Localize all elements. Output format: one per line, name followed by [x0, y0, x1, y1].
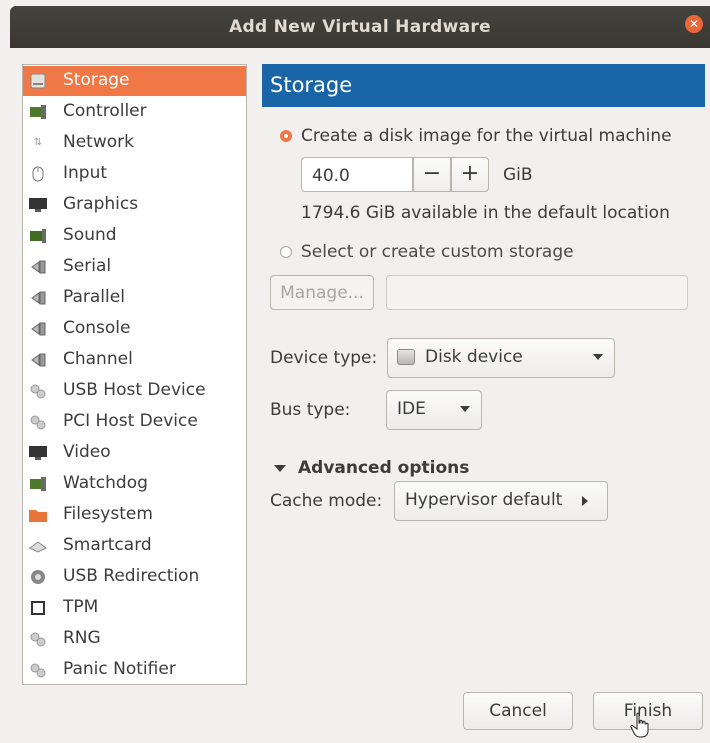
size-unit-label: GiB — [503, 165, 533, 185]
watchdog-icon — [29, 475, 47, 493]
sidebar-item-panic-notifier[interactable]: Panic Notifier — [23, 655, 246, 685]
sidebar-item-video[interactable]: Video — [23, 438, 246, 468]
bus-type-value: IDE — [397, 399, 426, 419]
sidebar-item-label: Parallel — [63, 287, 125, 307]
channel-port-icon — [29, 351, 47, 369]
sidebar-item-console[interactable]: Console — [23, 314, 246, 344]
advanced-options-expander-icon[interactable] — [274, 465, 286, 472]
close-icon: ✕ — [688, 17, 700, 31]
custom-storage-label[interactable]: Select or create custom storage — [301, 242, 574, 262]
create-disk-radio[interactable] — [280, 130, 292, 142]
sidebar-item-label: Filesystem — [63, 504, 153, 524]
serial-port-icon — [29, 258, 47, 276]
disk-icon — [397, 349, 415, 365]
sidebar-item-watchdog[interactable]: Watchdog — [23, 469, 246, 499]
panic-notifier-icon — [29, 661, 47, 679]
bus-type-label: Bus type: — [270, 400, 351, 420]
sidebar-item-parallel[interactable]: Parallel — [23, 283, 246, 313]
sidebar-item-label: Serial — [63, 256, 112, 276]
hardware-type-list: Storage Controller ⇅ Network Input Graph… — [22, 64, 247, 685]
sidebar-item-label: Video — [63, 442, 111, 462]
sidebar-item-smartcard[interactable]: Smartcard — [23, 531, 246, 561]
chevron-down-icon — [460, 406, 470, 412]
sidebar-item-controller[interactable]: Controller — [23, 97, 246, 127]
sidebar-item-filesystem[interactable]: Filesystem — [23, 500, 246, 530]
sidebar-item-label: TPM — [63, 597, 99, 617]
mouse-icon — [29, 165, 47, 183]
increase-size-button[interactable]: + — [451, 157, 489, 192]
mouse-pointer-icon — [630, 712, 649, 738]
sidebar-item-label: Console — [63, 318, 131, 338]
sidebar-item-label: Panic Notifier — [63, 659, 176, 679]
sidebar-item-input[interactable]: Input — [23, 159, 246, 189]
sidebar-item-rng[interactable]: RNG — [23, 624, 246, 654]
pci-host-icon — [29, 413, 47, 431]
sidebar-item-label: USB Host Device — [63, 380, 206, 400]
cancel-button[interactable]: Cancel — [463, 692, 573, 730]
console-port-icon — [29, 320, 47, 338]
manage-button[interactable]: Manage... — [270, 275, 374, 310]
video-icon — [29, 444, 47, 462]
title-bar: Add New Virtual Hardware — [10, 6, 710, 48]
sidebar-item-storage[interactable]: Storage — [23, 66, 246, 96]
sound-card-icon — [29, 227, 47, 245]
create-disk-label[interactable]: Create a disk image for the virtual mach… — [301, 126, 672, 146]
chevron-right-icon — [582, 496, 588, 506]
sidebar-item-sound[interactable]: Sound — [23, 221, 246, 251]
sidebar-item-network[interactable]: ⇅ Network — [23, 128, 246, 158]
sidebar-item-label: Sound — [63, 225, 117, 245]
folder-icon — [29, 506, 47, 524]
sidebar-item-label: Channel — [63, 349, 133, 369]
device-type-label: Device type: — [270, 348, 378, 368]
cache-mode-label: Cache mode: — [270, 491, 383, 511]
sidebar-item-serial[interactable]: Serial — [23, 252, 246, 282]
page-title: Storage — [270, 73, 353, 97]
sidebar-item-label: PCI Host Device — [63, 411, 198, 431]
device-type-value: Disk device — [425, 347, 523, 367]
sidebar-item-usb-redirection[interactable]: USB Redirection — [23, 562, 246, 592]
custom-storage-radio[interactable] — [280, 246, 292, 258]
cache-mode-select[interactable]: Hypervisor default — [394, 481, 608, 521]
smartcard-icon — [29, 537, 47, 555]
close-button[interactable]: ✕ — [685, 15, 703, 33]
advanced-options-toggle[interactable]: Advanced options — [298, 458, 469, 478]
custom-storage-path-input[interactable] — [386, 275, 688, 310]
monitor-icon — [29, 196, 47, 214]
sidebar-item-label: USB Redirection — [63, 566, 200, 586]
page-title-bar: Storage — [262, 64, 705, 107]
sidebar-item-label: Input — [63, 163, 108, 183]
sidebar-item-label: Smartcard — [63, 535, 152, 555]
window-title: Add New Virtual Hardware — [229, 17, 491, 37]
parallel-port-icon — [29, 289, 47, 307]
disk-size-input[interactable]: 40.0 — [301, 157, 413, 192]
available-space-text: 1794.6 GiB available in the default loca… — [301, 203, 670, 223]
controller-icon — [29, 103, 47, 121]
sidebar-item-tpm[interactable]: TPM — [23, 593, 246, 623]
sidebar-item-pci-host-device[interactable]: PCI Host Device — [23, 407, 246, 437]
sidebar-item-label: Watchdog — [63, 473, 148, 493]
rng-icon — [29, 630, 47, 648]
storage-icon — [29, 72, 47, 90]
tpm-chip-icon — [29, 599, 47, 617]
usb-host-icon — [29, 382, 47, 400]
sidebar-item-usb-host-device[interactable]: USB Host Device — [23, 376, 246, 406]
cache-mode-value: Hypervisor default — [405, 490, 563, 510]
device-type-select[interactable]: Disk device — [387, 338, 615, 378]
sidebar-item-label: Network — [63, 132, 134, 152]
sidebar-item-label: RNG — [63, 628, 101, 648]
sidebar-item-label: Graphics — [63, 194, 139, 214]
sidebar-item-channel[interactable]: Channel — [23, 345, 246, 375]
network-icon: ⇅ — [33, 137, 43, 148]
usb-redirection-icon — [29, 568, 47, 586]
sidebar-item-label: Storage — [63, 70, 130, 90]
bus-type-select[interactable]: IDE — [386, 390, 482, 430]
decrease-size-button[interactable]: − — [413, 157, 451, 192]
sidebar-item-label: Controller — [63, 101, 147, 121]
sidebar-item-graphics[interactable]: Graphics — [23, 190, 246, 220]
chevron-down-icon — [593, 354, 603, 360]
